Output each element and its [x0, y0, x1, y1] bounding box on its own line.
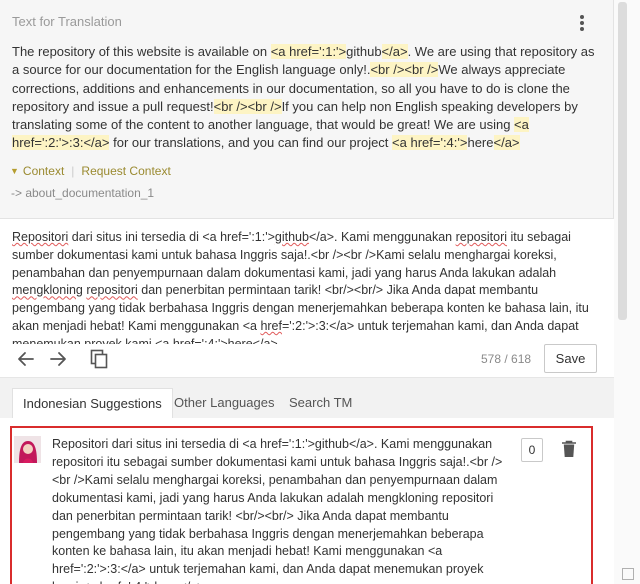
scrollbar-thumb[interactable] — [618, 2, 627, 320]
placeholder-tag[interactable]: <br /> — [213, 98, 248, 114]
placeholder-tag[interactable]: <br /> — [404, 62, 439, 78]
suggestion-text: Repositori dari situs ini tersedia di <a… — [52, 437, 503, 584]
string-key: -> about_documentation_1 — [11, 186, 155, 200]
translation-editor[interactable]: Repositori dari situs ini tersedia di <a… — [0, 218, 614, 344]
save-button[interactable]: Save — [544, 344, 597, 373]
suggestion-tabs: Indonesian Suggestions Other Languages S… — [0, 377, 614, 419]
suggestion-count: 0 — [521, 438, 543, 462]
editor-toolbar: 578 / 618 Save — [0, 344, 614, 377]
caret-down-icon: ▼ — [10, 166, 19, 176]
context-row: ▼ Context | Request Context — [10, 164, 171, 178]
source-text-segment: here — [467, 135, 494, 151]
placeholder-tag[interactable]: </a> — [381, 44, 408, 59]
translation-segment: </a>. Kami menggunakan — [308, 230, 456, 244]
tab-search-tm[interactable]: Search TM — [279, 388, 362, 419]
arrow-right-icon[interactable] — [46, 347, 70, 371]
misspelled-word: repositori — [455, 230, 508, 244]
source-panel: Text for Translation The repository of t… — [0, 0, 614, 218]
kebab-menu-icon[interactable] — [575, 13, 589, 33]
misspelled-word: Repositori — [12, 230, 69, 244]
arrow-left-icon[interactable] — [14, 347, 38, 371]
misspelled-word: github — [274, 230, 309, 244]
trash-icon[interactable] — [561, 440, 577, 458]
copy-source-icon[interactable] — [87, 347, 111, 371]
char-counter: 578 / 618 — [481, 352, 532, 366]
source-header: Text for Translation — [12, 14, 122, 29]
source-text-segment: The repository of this website is availa… — [12, 44, 271, 59]
tab-other-languages[interactable]: Other Languages — [164, 388, 284, 419]
avatar — [14, 436, 41, 463]
translation-text[interactable]: Repositori dari situs ini tersedia di <a… — [12, 229, 604, 344]
placeholder-tag[interactable]: <a href=':4:'> — [392, 135, 468, 151]
tab-indonesian-suggestions[interactable]: Indonesian Suggestions — [12, 388, 173, 419]
placeholder-tag[interactable]: </a> — [493, 135, 520, 151]
source-text-segment: github — [346, 44, 382, 59]
placeholder-tag[interactable]: <br /> — [370, 62, 405, 78]
source-text: The repository of this website is availa… — [12, 43, 597, 153]
placeholder-tag[interactable]: <br /> — [247, 98, 282, 114]
misspelled-word: href — [260, 318, 282, 333]
request-context-link[interactable]: Request Context — [81, 164, 170, 178]
misspelled-word: repositori — [86, 283, 138, 298]
translation-segment: dari situs ini tersedia di <a href=':1:'… — [68, 230, 275, 244]
placeholder-tag[interactable]: <a href=':1:'> — [270, 44, 347, 59]
suggestion-item[interactable]: Repositori dari situs ini tersedia di <a… — [10, 426, 593, 584]
context-link[interactable]: Context — [23, 164, 64, 178]
suggestions-panel: Repositori dari situs ini tersedia di <a… — [0, 418, 614, 584]
source-text-segment: for our translations, and you can find o… — [109, 135, 393, 151]
misspelled-word: mengkloning — [12, 283, 83, 298]
context-separator: | — [71, 164, 75, 178]
scrollbar-corner — [622, 568, 634, 580]
